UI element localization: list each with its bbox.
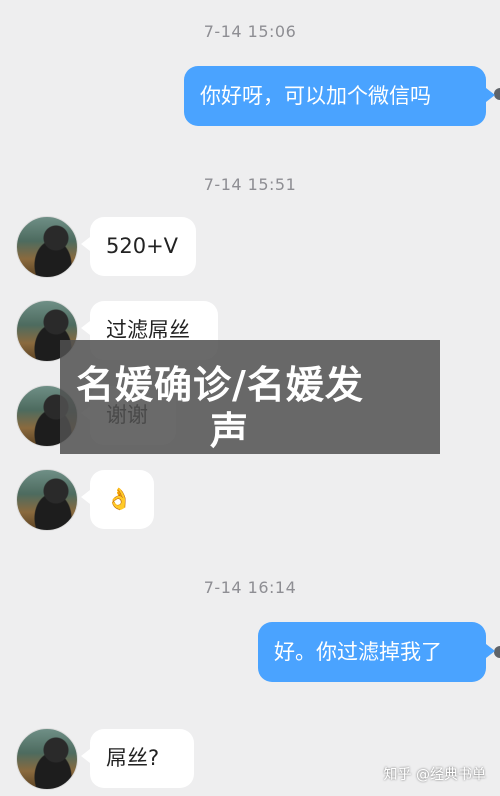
timestamp: 7-14 16:14 bbox=[203, 578, 297, 597]
timestamp: 7-14 15:51 bbox=[203, 175, 297, 194]
message-text: 520+V bbox=[106, 234, 179, 258]
outgoing-message-bubble[interactable]: 你好呀，可以加个微信吗 bbox=[184, 66, 486, 126]
message-text: 好。你过滤掉我了 bbox=[274, 639, 442, 664]
bubble-tail bbox=[81, 749, 90, 763]
avatar[interactable] bbox=[16, 216, 78, 278]
message-text: 屌丝? bbox=[106, 746, 160, 770]
message-text: 过滤屌丝 bbox=[106, 318, 190, 342]
bubble-tail bbox=[81, 237, 90, 251]
timestamp: 7-14 15:06 bbox=[203, 22, 297, 41]
bubble-tail bbox=[81, 321, 90, 335]
outgoing-message-bubble[interactable]: 好。你过滤掉我了 bbox=[258, 622, 486, 682]
bubble-tail bbox=[486, 88, 495, 102]
incoming-message-bubble[interactable]: 👌 bbox=[90, 470, 154, 529]
caption-line-2: 声 bbox=[210, 409, 250, 453]
avatar[interactable] bbox=[16, 469, 78, 531]
incoming-message-bubble[interactable]: 520+V bbox=[90, 217, 196, 276]
watermark: 知乎 @经典书单 bbox=[383, 767, 486, 783]
incoming-message-bubble[interactable]: 屌丝? bbox=[90, 729, 194, 788]
bubble-tail bbox=[486, 644, 495, 658]
message-text: 你好呀，可以加个微信吗 bbox=[200, 83, 431, 108]
bubble-tail bbox=[81, 490, 90, 504]
caption-overlay: 名媛确诊/名媛发 声 bbox=[60, 340, 440, 454]
avatar[interactable] bbox=[16, 728, 78, 790]
ok-hand-emoji: 👌 bbox=[106, 487, 133, 511]
